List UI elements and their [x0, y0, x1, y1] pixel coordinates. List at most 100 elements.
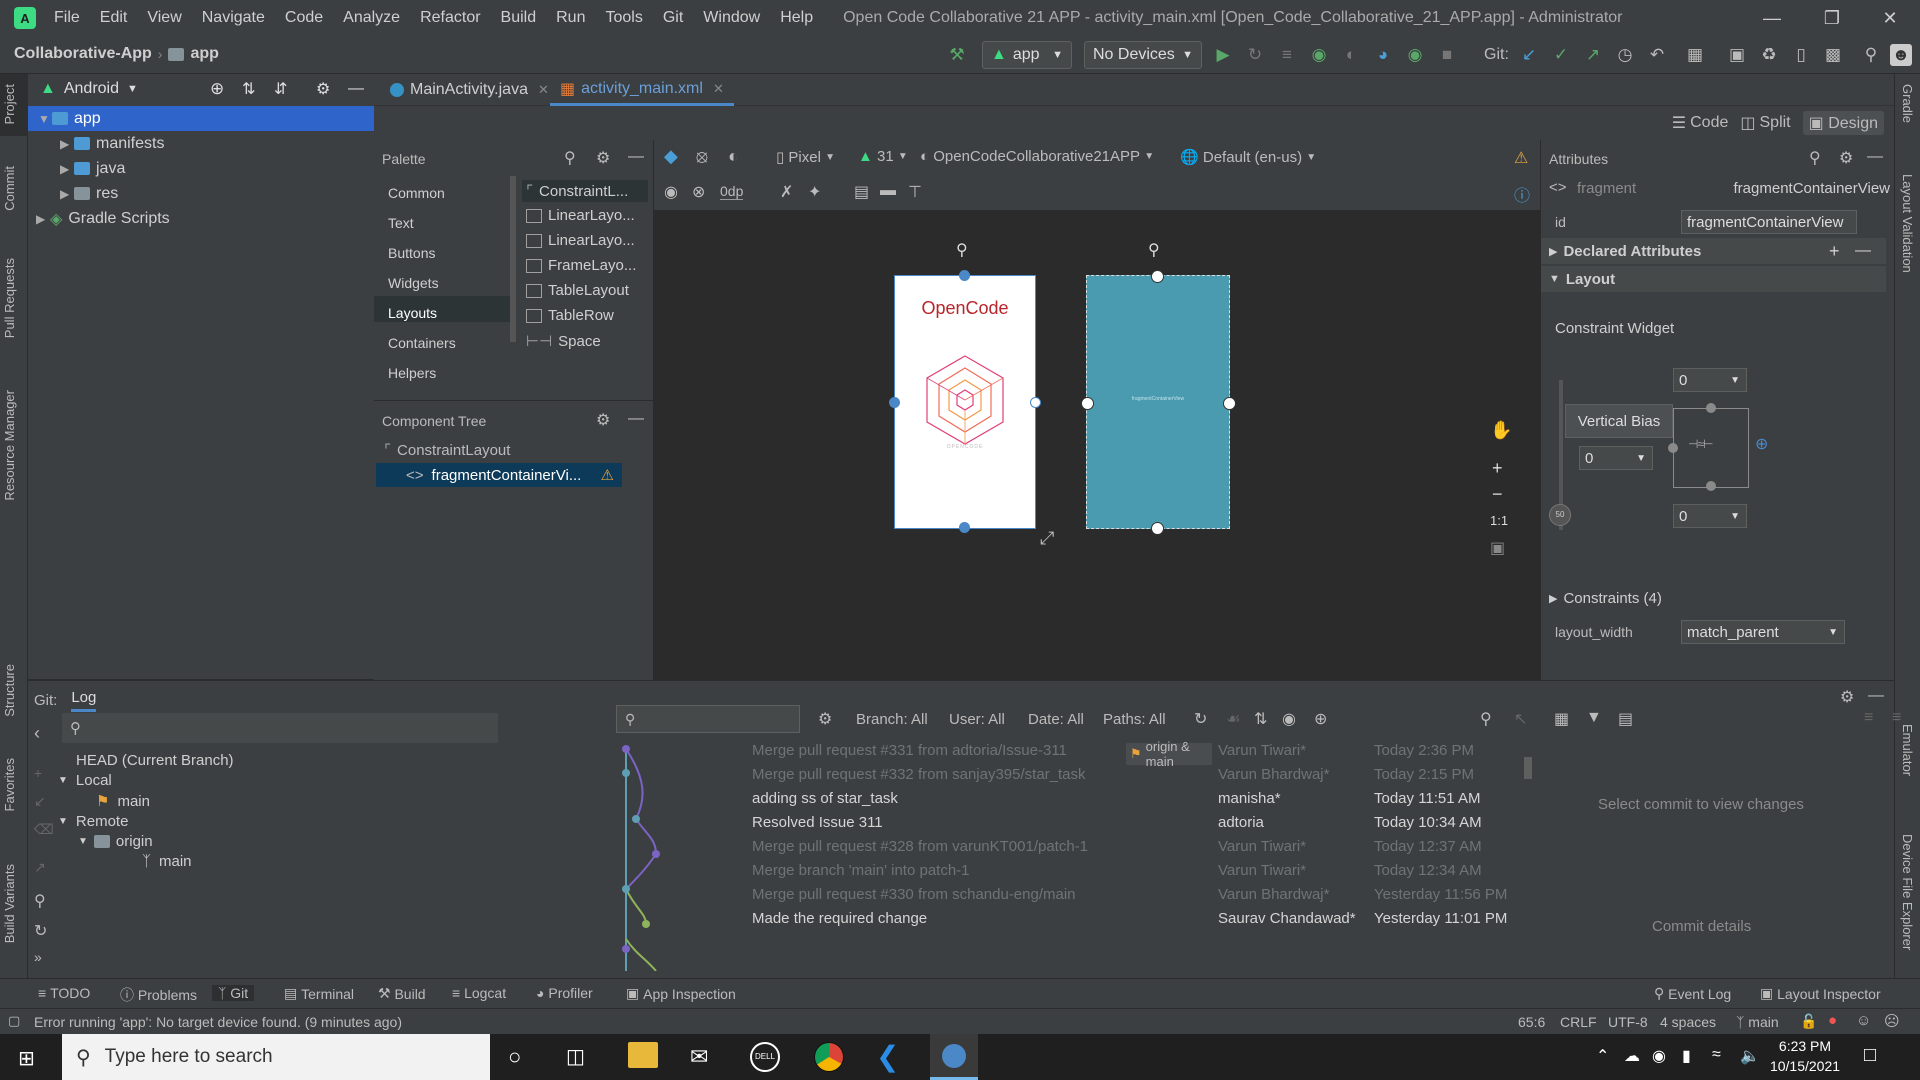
hide-panel-icon[interactable]: —: [628, 410, 644, 428]
chevron-down-icon[interactable]: ▼: [127, 83, 138, 95]
palette-category-helpers[interactable]: Helpers: [388, 365, 436, 381]
close-window-button[interactable]: ✕: [1860, 0, 1920, 36]
refresh-icon[interactable]: ↻: [34, 921, 47, 941]
left-constraint-handle[interactable]: [889, 397, 900, 408]
code-view-button[interactable]: Code: [1690, 114, 1728, 132]
right-constraint-handle[interactable]: [1223, 397, 1236, 410]
warning-icon[interactable]: ⚠: [1514, 148, 1528, 168]
orientation-icon[interactable]: ⦻: [696, 146, 708, 167]
palette-category-layouts[interactable]: Layouts: [388, 305, 437, 321]
commit-row[interactable]: Merge pull request #328 from varunKT001/…: [728, 835, 1524, 859]
file-explorer-icon[interactable]: [628, 1042, 658, 1068]
onedrive-icon[interactable]: ☁: [1624, 1046, 1640, 1066]
search-icon[interactable]: ⚲: [34, 891, 46, 911]
device-select[interactable]: No Devices ▼: [1084, 41, 1202, 69]
zoom-out-icon[interactable]: −: [1492, 484, 1503, 505]
menu-build[interactable]: Build: [491, 9, 547, 27]
menu-window[interactable]: Window: [693, 9, 770, 27]
task-view-icon[interactable]: ◫: [566, 1044, 585, 1069]
hammer-build-icon[interactable]: ⚒: [946, 44, 968, 66]
commit-row[interactable]: Made the required change Saurav Chandawad…: [728, 907, 1524, 931]
tab-main-activity[interactable]: MainActivity.java ✕: [380, 74, 559, 106]
rollback-icon[interactable]: ↶: [1646, 44, 1668, 66]
line-separator[interactable]: CRLF: [1560, 1014, 1597, 1030]
commit-row[interactable]: Merge pull request #330 from schandu-eng…: [728, 883, 1524, 907]
lock-icon[interactable]: 🔓: [1800, 1013, 1817, 1030]
layout-width-select[interactable]: match_parent ▼: [1681, 620, 1845, 644]
indent-setting[interactable]: 4 spaces: [1660, 1014, 1716, 1030]
breadcrumb-module[interactable]: app: [190, 45, 218, 63]
gear-icon[interactable]: ⚙: [316, 79, 330, 99]
palette-item-constraintlayout[interactable]: ⌜ ConstraintL...: [526, 182, 628, 201]
palette-item-framelayout[interactable]: FrameLayo...: [526, 257, 636, 274]
palette-item-tablerow[interactable]: TableRow: [526, 307, 614, 324]
tool-device-file-explorer-tab[interactable]: Device File Explorer: [1900, 834, 1915, 950]
menu-view[interactable]: View: [137, 9, 191, 27]
gear-icon[interactable]: ⚙: [596, 410, 610, 430]
taskbar-date[interactable]: 10/15/2021: [1764, 1058, 1846, 1074]
profiler-tab[interactable]: ◕ Profiler: [536, 985, 593, 1001]
commit-row[interactable]: Resolved Issue 311 adtoria Today 10:34 AM: [728, 811, 1524, 835]
tree-fragmentcontainerview[interactable]: <> fragmentContainerVi... ⚠: [376, 463, 622, 487]
taskbar-time[interactable]: 6:23 PM: [1770, 1038, 1840, 1054]
delete-branch-icon[interactable]: ⌫: [34, 821, 54, 838]
theme-select[interactable]: ◐ OpenCodeCollaborative21APP ▼: [920, 148, 1154, 165]
tool-build-variants-tab[interactable]: Build Variants: [2, 864, 17, 943]
collapse-branches-icon[interactable]: ‹: [34, 723, 40, 744]
debug-icon[interactable]: ◉: [1308, 44, 1330, 66]
expand-all-icon[interactable]: ⇅: [242, 79, 255, 99]
sort-icon[interactable]: ⇅: [1254, 709, 1267, 729]
branch-filter[interactable]: Branch: All: [856, 711, 928, 728]
merge-icon[interactable]: ↖: [1514, 709, 1527, 729]
tool-structure-tab[interactable]: Structure: [2, 664, 17, 717]
status-message[interactable]: Error running 'app': No target device fo…: [34, 1014, 402, 1030]
bottom-constraint-handle[interactable]: [1151, 522, 1164, 535]
palette-category-widgets[interactable]: Widgets: [388, 275, 439, 291]
tool-layout-validation-tab[interactable]: Layout Validation: [1900, 174, 1915, 273]
filter-icon[interactable]: ▼: [1586, 709, 1602, 727]
event-log-tab[interactable]: ⚲ Event Log: [1654, 985, 1731, 1002]
vertical-bias-thumb[interactable]: 50: [1549, 504, 1571, 526]
margin-left-select[interactable]: 0 ▼: [1579, 446, 1653, 470]
build-tab[interactable]: ⚒ Build: [378, 985, 426, 1002]
git-log-tab[interactable]: Log: [71, 689, 97, 712]
menu-refactor[interactable]: Refactor: [410, 9, 490, 27]
tree-item-app[interactable]: ▼ app: [28, 106, 374, 131]
blueprint-preview[interactable]: fragmentContainerView: [1081, 270, 1236, 535]
tool-project-tab[interactable]: Project: [2, 84, 17, 124]
constraints-section[interactable]: ▶ Constraints (4): [1541, 586, 1886, 610]
commit-row[interactable]: Merge pull request #332 from sanjay395/s…: [728, 763, 1524, 787]
menu-git[interactable]: Git: [653, 9, 693, 27]
palette-category-containers[interactable]: Containers: [388, 335, 456, 351]
palette-category-buttons[interactable]: Buttons: [388, 245, 435, 261]
api-select[interactable]: ▲ 31 ▼: [858, 148, 908, 165]
tool-favorites-tab[interactable]: Favorites: [2, 758, 17, 811]
tree-item-java[interactable]: ▶ java: [60, 156, 125, 181]
pin-icon[interactable]: ⚲: [1148, 240, 1160, 260]
design-preview[interactable]: OpenCode OPENCODE: [889, 270, 1041, 533]
view-options-icon[interactable]: ◉: [664, 182, 678, 202]
sdk-manager-icon[interactable]: ▩: [1822, 44, 1844, 66]
search-icon[interactable]: ⚲: [1480, 709, 1492, 729]
paths-filter[interactable]: Paths: All: [1103, 711, 1166, 728]
add-constraint-icon[interactable]: ⊕: [1755, 434, 1768, 454]
search-icon[interactable]: ⚲: [564, 148, 576, 168]
id-field[interactable]: fragmentContainerView: [1681, 210, 1857, 234]
layout-icon[interactable]: ▤: [1618, 709, 1633, 729]
project-view-select[interactable]: Android: [64, 80, 119, 98]
gear-icon[interactable]: ⚙: [1840, 687, 1854, 707]
problems-tab[interactable]: ⓘ Problems: [120, 985, 197, 1005]
top-constraint-handle[interactable]: [959, 270, 970, 281]
new-tab-icon[interactable]: ⊕: [1314, 709, 1327, 729]
locale-select[interactable]: 🌐 Default (en-us) ▼: [1180, 148, 1316, 167]
menu-help[interactable]: Help: [770, 9, 823, 27]
clear-constraints-icon[interactable]: ✗: [780, 182, 793, 202]
declared-attributes-section[interactable]: ▶ Declared Attributes + —: [1541, 238, 1886, 264]
palette-scrollbar[interactable]: [510, 176, 516, 342]
cherry-pick-icon[interactable]: ☙: [1226, 709, 1240, 729]
tool-pull-requests-tab[interactable]: Pull Requests: [2, 258, 17, 338]
run-config-select[interactable]: ▲ app ▼: [982, 41, 1072, 69]
menu-run[interactable]: Run: [546, 9, 595, 27]
branch-head[interactable]: HEAD (Current Branch): [76, 752, 234, 769]
file-encoding[interactable]: UTF-8: [1608, 1014, 1648, 1030]
